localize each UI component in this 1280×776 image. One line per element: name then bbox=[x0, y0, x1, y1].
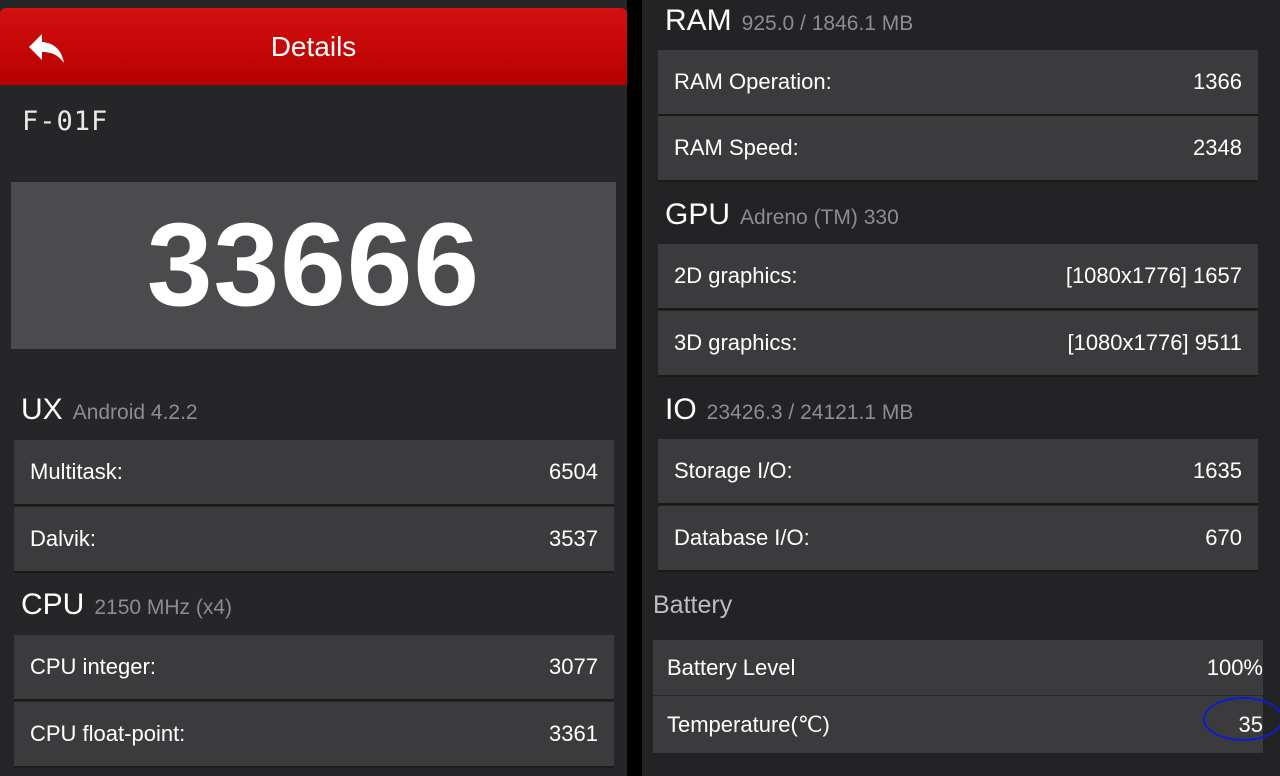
ux-section-name: UX bbox=[21, 393, 63, 426]
row-label: 3D graphics: bbox=[674, 330, 798, 355]
row-label: RAM Operation: bbox=[674, 69, 832, 94]
row-value: 1635 bbox=[1193, 458, 1242, 483]
gpu-2d-row: 2D graphics: [1080x1776] 1657 bbox=[658, 244, 1258, 308]
battery-temperature-row: Temperature(℃) 35 bbox=[653, 697, 1280, 753]
cpu-integer-row: CPU integer: 3077 bbox=[14, 635, 614, 699]
row-label: Battery Level bbox=[667, 654, 796, 680]
device-model: F-01F bbox=[22, 106, 109, 137]
battery-box: Battery Level 100% Temperature(℃) 35 bbox=[653, 640, 1280, 753]
ram-speed-row: RAM Speed: 2348 bbox=[658, 116, 1258, 180]
row-label: RAM Speed: bbox=[674, 135, 799, 160]
total-score-box: 33666 bbox=[11, 182, 616, 349]
row-label: Multitask: bbox=[30, 459, 123, 484]
ux-section-title: UX Android 4.2.2 bbox=[21, 393, 198, 427]
total-score: 33666 bbox=[146, 199, 481, 331]
page-title: Details bbox=[270, 31, 357, 62]
row-value: 6504 bbox=[549, 459, 598, 484]
highlight-circle bbox=[1203, 697, 1280, 741]
right-panel: RAM 925.0 / 1846.1 MB RAM Operation: 136… bbox=[642, 0, 1280, 776]
row-label: CPU float-point: bbox=[30, 721, 186, 746]
io-section-sub: 23426.3 / 24121.1 MB bbox=[706, 401, 914, 424]
row-value: 3537 bbox=[549, 526, 598, 551]
row-label: Database I/O: bbox=[674, 525, 810, 550]
io-database-row: Database I/O: 670 bbox=[658, 506, 1258, 570]
ram-section-name: RAM bbox=[665, 4, 732, 37]
left-panel: Details F-01F 33666 UX Android 4.2.2 Mul… bbox=[0, 0, 627, 776]
gpu-section-title: GPU Adreno (TM) 330 bbox=[665, 198, 899, 232]
row-value: [1080x1776] 1657 bbox=[1065, 263, 1242, 288]
header-bar: Details bbox=[0, 8, 627, 85]
io-storage-row: Storage I/O: 1635 bbox=[658, 439, 1258, 503]
row-label: CPU integer: bbox=[30, 654, 156, 679]
cpu-section-name: CPU bbox=[21, 588, 85, 621]
battery-section-title: Battery bbox=[653, 591, 732, 620]
row-value: 2348 bbox=[1193, 135, 1242, 160]
gpu-section-sub: Adreno (TM) 330 bbox=[740, 206, 899, 229]
ram-section-title: RAM 925.0 / 1846.1 MB bbox=[665, 4, 913, 38]
row-label: Temperature(℃) bbox=[667, 712, 830, 737]
ux-section-sub: Android 4.2.2 bbox=[72, 401, 198, 424]
ram-operation-row: RAM Operation: 1366 bbox=[658, 50, 1258, 114]
battery-level-row: Battery Level 100% bbox=[653, 640, 1263, 696]
row-label: Storage I/O: bbox=[674, 458, 793, 483]
row-label: 2D graphics: bbox=[674, 263, 798, 288]
gpu-section-name: GPU bbox=[665, 198, 731, 231]
ux-dalvik-row: Dalvik: 3537 bbox=[14, 507, 614, 571]
row-value: [1080x1776] 9511 bbox=[1067, 330, 1242, 355]
ux-multitask-row: Multitask: 6504 bbox=[14, 440, 614, 504]
io-section-name: IO bbox=[665, 393, 697, 426]
cpu-section-sub: 2150 MHz (x4) bbox=[94, 596, 233, 619]
cpu-section-title: CPU 2150 MHz (x4) bbox=[21, 588, 232, 622]
gpu-3d-row: 3D graphics: [1080x1776] 9511 bbox=[658, 311, 1258, 375]
row-value: 3077 bbox=[549, 654, 598, 679]
temperature-value-wrap: 35 bbox=[1203, 697, 1280, 741]
battery-section-name: Battery bbox=[653, 591, 733, 619]
row-value: 3361 bbox=[549, 721, 598, 746]
row-label: Dalvik: bbox=[30, 526, 97, 551]
ram-section-sub: 925.0 / 1846.1 MB bbox=[741, 12, 914, 35]
io-section-title: IO 23426.3 / 24121.1 MB bbox=[665, 393, 913, 427]
row-value: 1366 bbox=[1193, 69, 1242, 94]
row-value: 100% bbox=[1206, 654, 1263, 680]
cpu-float-row: CPU float-point: 3361 bbox=[14, 702, 614, 766]
row-value: 670 bbox=[1205, 525, 1242, 550]
